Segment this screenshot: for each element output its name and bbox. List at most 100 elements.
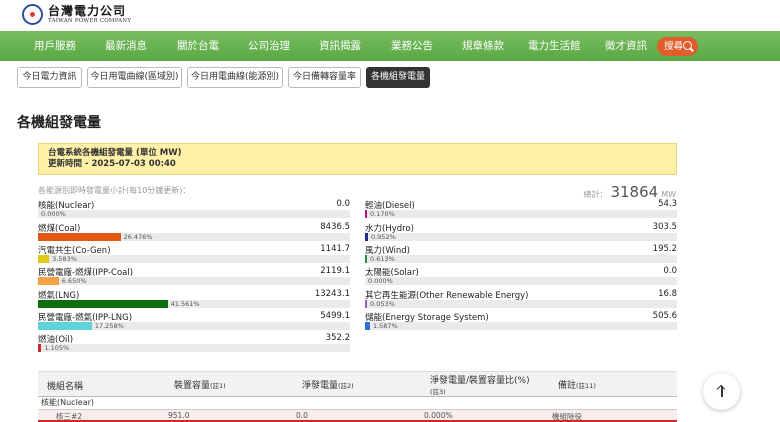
notice-unit-line: 台電系統各機組發電量 (單位 MW): [48, 148, 182, 158]
source-bar: 0.053%: [365, 300, 677, 308]
source-row-ipp-lng: 民營電廠-燃氣(IPP-LNG) 5499.1 17.258%: [38, 311, 350, 333]
source-percent: 0.000%: [41, 210, 66, 218]
search-button[interactable]: 搜尋: [657, 37, 698, 56]
total-label: 總計：: [583, 190, 608, 199]
source-row-ipp-coal: 民營電廠-燃煤(IPP-Coal) 2119.1 6.650%: [38, 266, 350, 288]
tab-today-power-info[interactable]: 今日電力資訊: [17, 67, 82, 88]
source-bar-fill: [365, 300, 367, 308]
source-bar-fill: [38, 233, 121, 241]
nav-item-user-services[interactable]: 用戶服務: [34, 31, 76, 61]
cell-net-generation: 0.0: [296, 411, 308, 420]
total-unit: MW: [661, 190, 676, 199]
source-bar: 6.650%: [38, 277, 350, 285]
source-row-coal: 燃煤(Coal) 8436.5 26.476%: [38, 222, 350, 244]
site-header: 台灣電力公司 TAIWAN POWER COMPANY: [0, 0, 780, 31]
source-bar-fill: [38, 255, 50, 263]
column-header-capacity: 裝置容量(註1): [174, 381, 226, 391]
source-percent: 17.258%: [94, 322, 124, 330]
tab-curve-by-region[interactable]: 今日用電曲線(區域別): [87, 67, 182, 88]
source-value: 54.3: [658, 199, 677, 209]
source-bar: 1.587%: [365, 322, 677, 330]
source-bar-fill: [38, 322, 92, 330]
search-button-label: 搜尋: [664, 41, 684, 52]
source-row-nuclear: 核能(Nuclear) 0.0 0.000%: [38, 199, 350, 221]
source-percent: 0.053%: [370, 300, 395, 308]
source-bar-fill: [365, 322, 370, 330]
source-row-wind: 風力(Wind) 195.2 0.613%: [365, 244, 677, 266]
tab-curve-by-energy[interactable]: 今日用電曲線(能源別): [187, 67, 283, 88]
source-row-hydro: 水力(Hydro) 303.5 0.952%: [365, 222, 677, 244]
source-row-energy-storage: 儲能(Energy Storage System) 505.6 1.587%: [365, 311, 677, 333]
source-percent: 0.000%: [368, 277, 393, 285]
column-header-remarks: 備註(註11): [558, 381, 596, 391]
notice-update-time: 更新時間 - 2025-07-03 00:40: [48, 159, 176, 169]
update-notice: 台電系統各機組發電量 (單位 MW) 更新時間 - 2025-07-03 00:…: [38, 143, 677, 175]
source-value: 5499.1: [320, 311, 350, 321]
logo-name-cn: 台灣電力公司: [48, 3, 127, 18]
source-percent: 26.476%: [123, 233, 153, 241]
column-header-ratio: 淨發電量/裝置容量比(%) (註3): [430, 376, 530, 396]
source-percent: 0.170%: [370, 210, 395, 218]
nav-item-disclosure[interactable]: 資訊揭露: [319, 31, 361, 61]
source-percent: 1.587%: [372, 322, 398, 330]
source-percent: 6.650%: [61, 277, 87, 285]
source-value: 352.2: [325, 333, 350, 343]
tab-unit-generation[interactable]: 各機組發電量: [366, 67, 430, 88]
source-value: 195.2: [652, 244, 677, 254]
source-bar: 26.476%: [38, 233, 350, 241]
search-icon: [683, 41, 692, 50]
source-value: 16.8: [658, 289, 677, 299]
nav-item-governance[interactable]: 公司治理: [248, 31, 290, 61]
column-header-net-generation: 淨發電量(註2): [302, 381, 354, 391]
nav-item-electric-life[interactable]: 電力生活館: [528, 31, 581, 61]
source-value: 8436.5: [320, 222, 350, 232]
source-bar: 0.000%: [38, 210, 350, 218]
nav-item-careers[interactable]: 徵才資訊: [605, 31, 647, 61]
source-bar: 0.000%: [365, 277, 677, 285]
table-row: 核三#2 951.0 0.0 0.000% 機組除役: [38, 410, 677, 422]
source-value: 0.0: [336, 199, 350, 209]
source-row-other-renewable: 其它再生能源(Other Renewable Energy) 16.8 0.053%: [365, 289, 677, 311]
source-bar-fill: [38, 300, 168, 308]
taipower-seal-icon: [22, 4, 43, 25]
units-table-header: 機組名稱 裝置容量(註1) 淨發電量(註2) 淨發電量/裝置容量比(%) (註3)…: [38, 371, 677, 397]
site-logo[interactable]: 台灣電力公司 TAIWAN POWER COMPANY: [22, 4, 131, 25]
source-bar-fill: [38, 344, 42, 352]
page-title: 各機組發電量: [17, 115, 101, 131]
source-percent: 0.613%: [370, 255, 395, 263]
source-bar: 41.561%: [38, 300, 350, 308]
cell-capacity: 951.0: [168, 411, 190, 420]
source-value: 505.6: [652, 311, 677, 321]
source-value: 0.0: [663, 266, 677, 276]
source-bar: 0.613%: [365, 255, 677, 263]
nav-item-announcements[interactable]: 業務公告: [391, 31, 433, 61]
source-bar: 0.170%: [365, 210, 677, 218]
back-to-top-button[interactable]: [703, 373, 740, 410]
main-nav: 用戶服務 最新消息 關於台電 公司治理 資訊揭露 業務公告 規章條款 電力生活館…: [0, 31, 780, 61]
source-value: 303.5: [652, 222, 677, 232]
source-percent: 0.952%: [370, 233, 396, 241]
source-row-oil: 燃油(Oil) 352.2 1.105%: [38, 333, 350, 355]
nav-item-regulations[interactable]: 規章條款: [462, 31, 504, 61]
source-value: 1141.7: [320, 244, 350, 254]
table-group-nuclear: 核能(Nuclear): [38, 397, 677, 410]
nav-item-about[interactable]: 關於台電: [177, 31, 219, 61]
source-percent: 3.583%: [52, 255, 77, 263]
source-bar-fill: [38, 277, 59, 285]
cell-remarks: 機組除役: [552, 412, 582, 421]
source-bar-fill: [365, 210, 367, 218]
cell-ratio: 0.000%: [424, 411, 453, 420]
source-bar-fill: [365, 255, 367, 263]
tab-reserve-margin[interactable]: 今日備轉容量率: [288, 67, 361, 88]
column-header-unit-name: 機組名稱: [47, 382, 84, 392]
source-row-diesel: 輕油(Diesel) 54.3 0.170%: [365, 199, 677, 221]
source-row-cogen: 汽電共生(Co-Gen) 1141.7 3.583%: [38, 244, 350, 266]
source-value: 2119.1: [320, 266, 350, 276]
source-bar-fill: [365, 233, 368, 241]
source-percent: 41.561%: [170, 300, 200, 308]
source-bar: 1.105%: [38, 344, 350, 352]
summary-subtitle: 各能源別即時發電量小計(每10分鐘更新)：: [38, 186, 191, 195]
source-value: 13243.1: [314, 289, 350, 299]
nav-item-news[interactable]: 最新消息: [105, 31, 147, 61]
source-row-solar: 太陽能(Solar) 0.0 0.000%: [365, 266, 677, 288]
